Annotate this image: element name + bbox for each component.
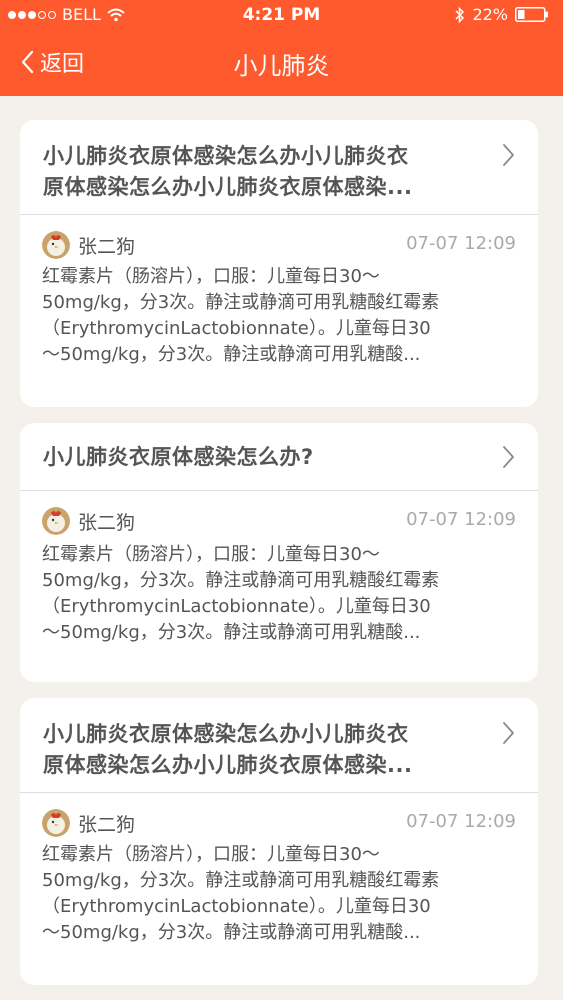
post-time: 07-07 12:09 xyxy=(406,233,516,254)
post-title: 小儿肺炎衣原体感染怎么办小儿肺炎衣 原体感染怎么办小儿肺炎衣原体感染... xyxy=(43,722,413,777)
post-excerpt: 红霉素片（肠溶片），口服：儿童每日30～ 50mg/kg，分3次。静注或静滴可用… xyxy=(42,844,440,943)
post-title-row[interactable]: 小儿肺炎衣原体感染怎么办? xyxy=(20,423,538,491)
post-excerpt: 红霉素片（肠溶片），口服：儿童每日30～ 50mg/kg，分3次。静注或静滴可用… xyxy=(42,544,440,643)
post-time: 07-07 12:09 xyxy=(406,811,516,832)
back-label: 返回 xyxy=(40,52,85,77)
battery-percent: 22% xyxy=(472,5,508,24)
post-card[interactable]: 小儿肺炎衣原体感染怎么办? 张二狗 07-07 12:09 红霉素片（肠溶片），… xyxy=(20,423,538,682)
app-header: BELL 4:21 PM 22% 返回 小儿肺炎 xyxy=(0,0,563,96)
author-name: 张二狗 xyxy=(78,236,136,258)
post-card[interactable]: 小儿肺炎衣原体感染怎么办小儿肺炎衣 原体感染怎么办小儿肺炎衣原体感染... 张二… xyxy=(20,698,538,985)
post-title-row[interactable]: 小儿肺炎衣原体感染怎么办小儿肺炎衣 原体感染怎么办小儿肺炎衣原体感染... xyxy=(20,698,538,793)
bluetooth-icon xyxy=(455,6,465,23)
chevron-right-icon xyxy=(503,722,514,744)
author-name: 张二狗 xyxy=(78,512,136,534)
avatar xyxy=(42,809,70,837)
post-title-row[interactable]: 小儿肺炎衣原体感染怎么办小儿肺炎衣 原体感染怎么办小儿肺炎衣原体感染... xyxy=(20,120,538,215)
chevron-left-icon xyxy=(21,50,34,74)
battery-icon xyxy=(515,7,548,22)
avatar xyxy=(42,231,70,259)
chevron-right-icon xyxy=(503,446,514,468)
status-right: 22% xyxy=(455,5,549,24)
post-title: 小儿肺炎衣原体感染怎么办小儿肺炎衣 原体感染怎么办小儿肺炎衣原体感染... xyxy=(43,144,413,199)
chevron-right-icon xyxy=(503,144,514,166)
status-bar: BELL 4:21 PM 22% xyxy=(0,0,563,30)
avatar xyxy=(42,507,70,535)
post-card[interactable]: 小儿肺炎衣原体感染怎么办小儿肺炎衣 原体感染怎么办小儿肺炎衣原体感染... 张二… xyxy=(20,120,538,407)
post-time: 07-07 12:09 xyxy=(406,509,516,530)
author-name: 张二狗 xyxy=(78,814,136,836)
post-excerpt: 红霉素片（肠溶片），口服：儿童每日30～ 50mg/kg，分3次。静注或静滴可用… xyxy=(42,266,440,365)
post-title: 小儿肺炎衣原体感染怎么办? xyxy=(43,445,314,469)
page-title: 小儿肺炎 xyxy=(233,52,330,80)
back-button[interactable]: 返回 xyxy=(20,45,84,79)
nav-bar: 返回 小儿肺炎 xyxy=(0,30,563,96)
